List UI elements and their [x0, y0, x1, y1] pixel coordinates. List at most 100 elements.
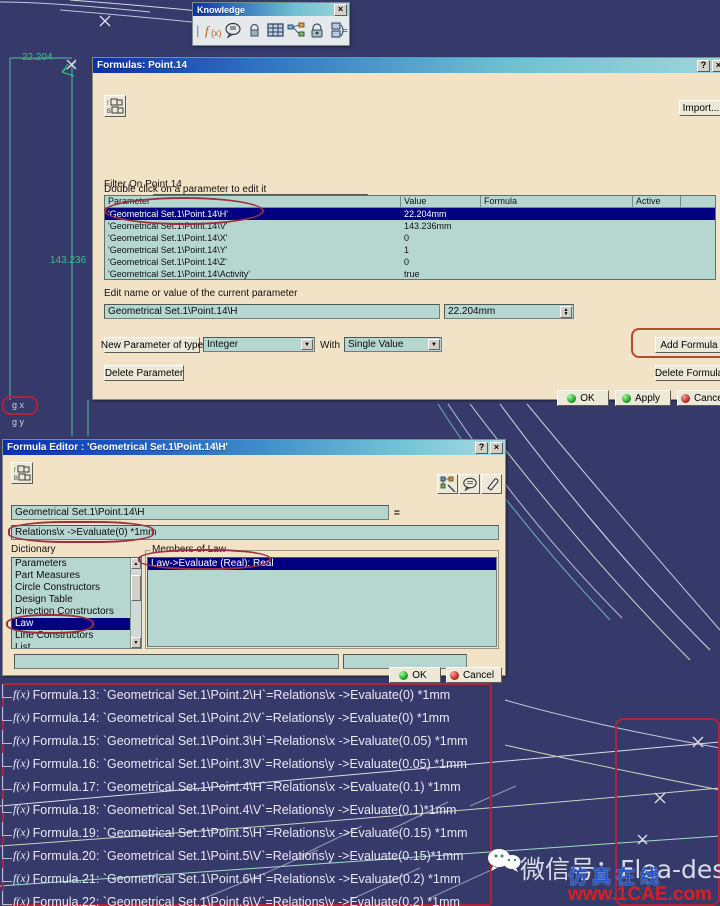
help-icon[interactable]: ? [697, 59, 710, 72]
cell-value: 143.236mm [404, 221, 452, 231]
list-item[interactable]: f(x) Formula.21: `Geometrical Set.1\Poin… [0, 867, 500, 890]
ok-button[interactable]: OK [557, 390, 609, 406]
list-item[interactable]: Parameters [12, 558, 141, 570]
formula-preview-input[interactable] [14, 654, 339, 669]
formula-editor-titlebar[interactable]: Formula Editor : 'Geometrical Set.1\Poin… [3, 440, 505, 455]
list-item[interactable]: List [12, 642, 141, 648]
delete-parameter-button[interactable]: Delete Parameter [104, 365, 184, 381]
comment-icon[interactable] [223, 19, 243, 42]
knowledge-toolbar-titlebar[interactable]: Knowledge × [193, 3, 349, 16]
with-value-select[interactable]: Single Value ▼ [344, 337, 442, 352]
ok-button-label: OK [580, 392, 595, 404]
dictionary-listbox[interactable]: Parameters Part Measures Circle Construc… [11, 557, 142, 649]
rules-icon[interactable] [437, 474, 458, 494]
list-item[interactable]: Law [12, 618, 141, 630]
cancel-button[interactable]: Cancel [677, 390, 720, 406]
list-item[interactable]: f(x) Formula.19: `Geometrical Set.1\Poin… [0, 821, 500, 844]
cancel-button-label: Cancel [693, 392, 720, 404]
list-item[interactable]: f(x) Formula.18: `Geometrical Set.1\Poin… [0, 798, 500, 821]
list-item[interactable]: Direction Constructors [12, 606, 141, 618]
apply-button[interactable]: Apply [615, 390, 671, 406]
knowledge-inspector-icon[interactable] [308, 19, 328, 42]
cell-parameter: 'Geometrical Set.1\Point.14\X' [108, 233, 228, 243]
cancel-button[interactable]: Cancel [446, 667, 502, 683]
tree-branch-icon [2, 730, 12, 744]
table-row[interactable]: 'Geometrical Set.1\Point.14\Activity' tr… [105, 268, 715, 280]
eraser-icon[interactable] [481, 474, 502, 494]
scroll-up-icon[interactable]: ▲ [131, 558, 141, 569]
filter-parameters-icon[interactable]: f B [104, 95, 126, 117]
column-parameter[interactable]: Parameter [105, 196, 401, 207]
close-icon[interactable]: × [490, 441, 503, 454]
table-row[interactable]: 'Geometrical Set.1\Point.14\Z' 0 [105, 256, 715, 268]
fx-icon: f(x) [13, 687, 30, 701]
tree-branch-icon [2, 707, 12, 721]
formula-editor-dialog[interactable]: Formula Editor : 'Geometrical Set.1\Poin… [2, 439, 506, 683]
scroll-down-icon[interactable]: ▼ [131, 637, 141, 648]
knowledge-toolbar[interactable]: Knowledge × | f (x) = [192, 2, 350, 46]
formulas-dialog[interactable]: Formulas: Point.14 ? × f B Import... Fil… [92, 57, 720, 406]
chevron-down-icon[interactable]: ▼ [301, 339, 313, 350]
list-item[interactable]: Law->Evaluate (Real): Real [148, 558, 496, 570]
list-item[interactable]: f(x) Formula.17: `Geometrical Set.1\Poin… [0, 775, 500, 798]
parameter-grid[interactable]: Parameter Value Formula Active 'Geometri… [104, 195, 716, 280]
formula-icon[interactable]: f (x) [202, 19, 222, 42]
column-value[interactable]: Value [401, 196, 481, 207]
table-row[interactable]: 'Geometrical Set.1\Point.14\X' 0 [105, 232, 715, 244]
tree-branch-icon [2, 753, 12, 767]
add-formula-button[interactable]: Add Formula [655, 337, 720, 353]
column-active[interactable]: Active [633, 196, 681, 207]
parameter-explorer-icon[interactable]: = [329, 19, 349, 42]
table-row[interactable]: 'Geometrical Set.1\Point.14\Y' 1 [105, 244, 715, 256]
comment-icon[interactable] [459, 474, 480, 494]
formulas-dialog-titlebar[interactable]: Formulas: Point.14 ? × [93, 58, 720, 73]
delete-formula-button[interactable]: Delete Formula [655, 365, 720, 381]
new-parameter-of-type-button[interactable]: New Parameter of type [101, 337, 203, 353]
list-item[interactable]: Part Measures [12, 570, 141, 582]
cell-parameter: 'Geometrical Set.1\Point.14\Activity' [108, 269, 250, 279]
column-extra[interactable] [681, 196, 715, 207]
new-parameter-type-select[interactable]: Integer ▼ [203, 337, 315, 352]
table-row[interactable]: 'Geometrical Set.1\Point.14\V' 143.236mm [105, 220, 715, 232]
dictionary-scrollbar[interactable]: ▲ ▼ [130, 558, 141, 648]
list-item[interactable]: Line Constructors [12, 630, 141, 642]
equals-sign: = [394, 508, 400, 519]
list-item[interactable]: f(x) Formula.14: `Geometrical Set.1\Poin… [0, 706, 500, 729]
formula-text: Formula.19: `Geometrical Set.1\Point.5\H… [32, 825, 468, 840]
equivalent-dimensions-icon[interactable] [287, 19, 307, 42]
parameter-value-input[interactable]: 22.204mm ▲ ▼ [444, 304, 574, 319]
help-icon[interactable]: ? [475, 441, 488, 454]
svg-text:f: f [14, 468, 16, 474]
list-item[interactable]: f(x) Formula.16: `Geometrical Set.1\Poin… [0, 752, 500, 775]
list-item[interactable]: f(x) Formula.13: `Geometrical Set.1\Poin… [0, 683, 500, 706]
formulas-dialog-window-buttons: ? × [697, 59, 720, 72]
list-item[interactable]: Circle Constructors [12, 582, 141, 594]
parameter-hint: Double click on a parameter to edit it [104, 184, 267, 195]
application-screen: 22.204 143.236 g x g y Knowledge × | f (x… [0, 0, 720, 906]
formula-tree[interactable]: f(x) Formula.13: `Geometrical Set.1\Poin… [0, 683, 500, 906]
list-item[interactable]: f(x) Formula.20: `Geometrical Set.1\Poin… [0, 844, 500, 867]
design-table-icon[interactable] [266, 19, 286, 42]
column-formula[interactable]: Formula [481, 196, 633, 207]
list-item[interactable]: Design Table [12, 594, 141, 606]
import-button[interactable]: Import... [679, 100, 720, 116]
formula-editor-window-buttons: ? × [475, 441, 503, 454]
formula-icon[interactable]: f B [11, 462, 33, 484]
formula-text: Formula.17: `Geometrical Set.1\Point.4\H… [32, 779, 461, 794]
chevron-down-icon[interactable]: ▼ [428, 339, 440, 350]
formula-expression-input[interactable]: Relations\x ->Evaluate(0) *1mm [11, 525, 499, 540]
toolbar-grip[interactable]: | [196, 23, 199, 38]
ok-button[interactable]: OK [389, 667, 441, 683]
formula-target-input[interactable]: Geometrical Set.1\Point.14\H [11, 505, 389, 520]
list-item[interactable]: f(x) Formula.15: `Geometrical Set.1\Poin… [0, 729, 500, 752]
lock-parameters-icon[interactable] [245, 19, 265, 42]
scrollbar-thumb[interactable] [131, 575, 141, 601]
list-item[interactable]: f(x) Formula.22: `Geometrical Set.1\Poin… [0, 890, 500, 906]
close-icon[interactable]: × [712, 59, 720, 72]
table-row[interactable]: 'Geometrical Set.1\Point.14\H' 22.204mm [105, 208, 715, 220]
parameter-name-input[interactable]: Geometrical Set.1\Point.14\H [104, 304, 440, 319]
members-listbox[interactable]: Law->Evaluate (Real): Real [147, 557, 497, 647]
close-icon[interactable]: × [334, 3, 347, 16]
spinner-icon[interactable]: ▲ ▼ [560, 306, 572, 318]
svg-text:B: B [107, 109, 111, 115]
